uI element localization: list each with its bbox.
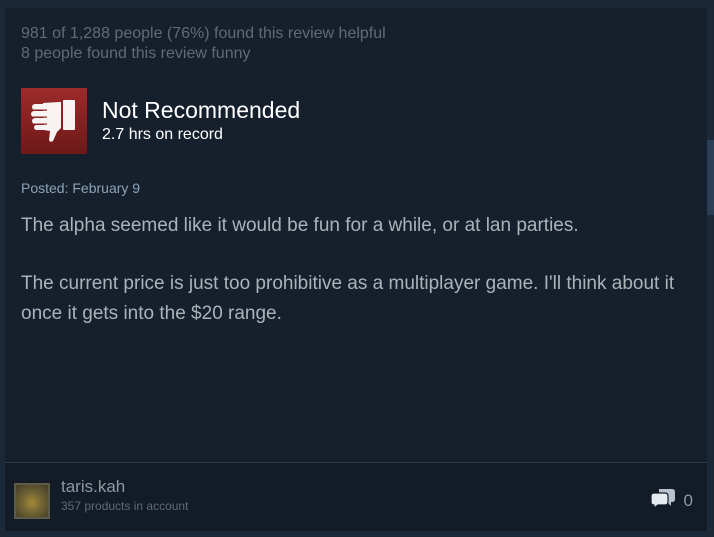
comment-bubbles-icon xyxy=(649,487,676,514)
helpfulness-summary: 981 of 1,288 people (76%) found this rev… xyxy=(21,24,386,64)
verdict-text: Not Recommended 2.7 hrs on record xyxy=(102,97,300,145)
review-card: 981 of 1,288 people (76%) found this rev… xyxy=(5,8,707,531)
verdict-title[interactable]: Not Recommended xyxy=(102,97,300,123)
review-verdict[interactable]: Not Recommended 2.7 hrs on record xyxy=(21,88,300,154)
avatar[interactable] xyxy=(14,483,50,519)
comment-count: 0 xyxy=(683,490,693,510)
comments-button[interactable]: 0 xyxy=(649,487,693,514)
review-paragraph: The alpha seemed like it would be fun fo… xyxy=(21,215,579,236)
review-footer: taris.kah 357 products in account 0 xyxy=(5,462,707,531)
review-paragraph: The current price is just too prohibitiv… xyxy=(21,273,675,324)
funny-count-text: 8 people found this review funny xyxy=(21,45,251,62)
helpful-count-text: 981 of 1,288 people (76%) found this rev… xyxy=(21,25,386,42)
posted-date: Posted: February 9 xyxy=(21,180,141,196)
author-name[interactable]: taris.kah xyxy=(61,477,125,497)
thumbs-down-icon xyxy=(21,88,87,154)
review-page: 981 of 1,288 people (76%) found this rev… xyxy=(0,0,714,537)
review-body: The alpha seemed like it would be fun fo… xyxy=(21,211,701,357)
scrollbar-thumb[interactable] xyxy=(707,140,714,215)
hours-on-record: 2.7 hrs on record xyxy=(102,126,223,143)
author-products: 357 products in account xyxy=(61,499,189,513)
